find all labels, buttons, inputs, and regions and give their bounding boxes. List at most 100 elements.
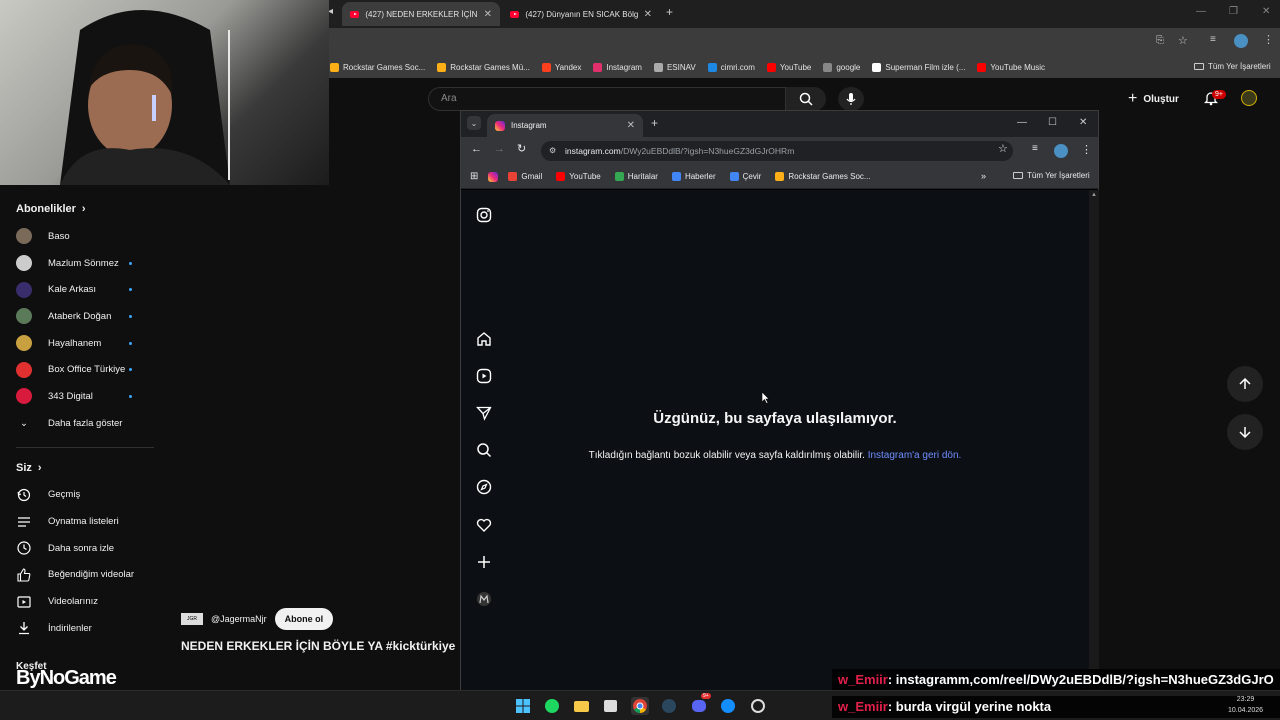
back-to-instagram-link[interactable]: Instagram'a geri dön. <box>868 450 962 461</box>
bookmark-item[interactable]: Superman Film izle (... <box>872 62 965 72</box>
instagram-logo-icon[interactable] <box>475 206 493 224</box>
subscribe-button[interactable]: Abone ol <box>274 608 334 630</box>
install-icon[interactable]: ⎘ <box>1156 35 1164 46</box>
bookmark-item[interactable]: Haritalar <box>614 172 658 181</box>
channel-logo[interactable]: JGR <box>181 613 203 625</box>
bookmark-item[interactable]: Instagram <box>593 62 642 72</box>
media-icon[interactable]: ≡ <box>1210 34 1216 45</box>
bookmark-item[interactable]: YouTube <box>766 62 811 72</box>
bookmark-item[interactable]: google <box>823 62 860 72</box>
scroll-up-arrow-icon[interactable]: ▲ <box>1091 192 1097 198</box>
reload-icon[interactable]: ↻ <box>517 142 526 155</box>
bg-tab-2-title: (427) Dünyanın EN SICAK Bölge <box>525 9 638 19</box>
bookmark-item[interactable]: Haberler <box>671 172 716 181</box>
obs-icon[interactable] <box>749 697 767 715</box>
bookmark-item[interactable]: Rockstar Games Soc... <box>775 172 871 181</box>
maximize-icon[interactable]: ❐ <box>1229 6 1238 17</box>
profile-avatar[interactable] <box>1054 144 1068 158</box>
chrome-icon[interactable] <box>631 697 649 715</box>
reels-icon[interactable] <box>475 367 493 385</box>
site-info-icon[interactable]: ⚙ <box>549 146 556 155</box>
bookmark-item[interactable]: Rockstar Games Soc... <box>330 62 425 72</box>
create-post-icon[interactable] <box>475 553 493 571</box>
media-icon[interactable]: ≡ <box>1032 143 1038 154</box>
bookmark-item[interactable]: Rockstar Games Mü... <box>437 62 530 72</box>
bookmark-item[interactable]: Yandex <box>541 62 581 72</box>
scroll-down-button[interactable] <box>1227 414 1263 450</box>
window-close-icon[interactable]: ✕ <box>1079 117 1087 128</box>
close-icon[interactable]: ✕ <box>627 120 635 131</box>
all-bookmarks[interactable]: Tüm Yer İşaretleri <box>1194 62 1271 71</box>
you-menu-item[interactable]: İndirilenler <box>0 615 155 642</box>
search-input[interactable]: Ara <box>428 87 786 111</box>
bookmark-item[interactable]: YouTube <box>556 172 601 181</box>
video-title[interactable]: NEDEN ERKEKLER İÇİN BÖYLE YA #kicktürkiy… <box>181 639 461 653</box>
you-menu-item[interactable]: Oynatma listeleri <box>0 508 155 535</box>
subscription-item[interactable]: Box Office Türkiye <box>0 356 155 383</box>
close-icon[interactable]: ✕ <box>484 9 492 20</box>
subscription-item[interactable]: Ataberk Doğan <box>0 303 155 330</box>
you-menu-item[interactable]: Videolarınız <box>0 588 155 615</box>
bookmark-item[interactable]: Gmail <box>508 172 542 181</box>
windows-start-icon[interactable] <box>514 697 532 715</box>
discord-icon[interactable]: 9+ <box>690 693 711 715</box>
subscriptions-header[interactable]: Abonelikler › <box>0 195 155 223</box>
explore-icon[interactable] <box>475 478 493 496</box>
apps-icon[interactable]: ⊞ <box>470 171 478 182</box>
bookmark-item[interactable]: Çevir <box>729 172 761 181</box>
star-icon[interactable]: ☆ <box>998 142 1008 155</box>
subscription-item[interactable]: 343 Digital <box>0 383 155 410</box>
bookmark-item[interactable]: cimri.com <box>707 62 755 72</box>
you-menu-item[interactable]: Beğendiğim videolar <box>0 562 155 589</box>
new-tab-icon[interactable]: + <box>651 116 658 130</box>
tab-search-icon[interactable]: ⌄ <box>467 116 481 130</box>
maximize-icon[interactable]: ☐ <box>1048 117 1057 128</box>
subscription-item[interactable]: Mazlum Sönmez <box>0 250 155 277</box>
close-icon[interactable]: ✕ <box>644 9 652 20</box>
scroll-up-button[interactable] <box>1227 366 1263 402</box>
subscription-item[interactable]: Kale Arkası <box>0 276 155 303</box>
show-more-button[interactable]: ⌄ Daha fazla göster <box>0 410 155 437</box>
search-button[interactable] <box>786 87 826 111</box>
menu-icon[interactable]: ⋮ <box>1081 143 1092 156</box>
account-avatar[interactable] <box>1241 90 1257 106</box>
create-button[interactable]: + Oluştur <box>1128 90 1179 108</box>
bookmark-item[interactable]: YouTube Music <box>977 62 1045 72</box>
store-icon[interactable] <box>601 697 619 715</box>
system-clock[interactable]: 23:29 10.04.2026 <box>1228 694 1263 716</box>
all-bookmarks[interactable]: Tüm Yer İşaretleri <box>1013 171 1090 180</box>
folder-icon <box>1194 63 1204 70</box>
subscription-item[interactable]: Baso <box>0 223 155 250</box>
chat-username: w_Emiir <box>838 699 888 714</box>
profile-icon[interactable] <box>475 590 493 608</box>
you-menu-item[interactable]: Geçmiş <box>0 482 155 509</box>
file-explorer-icon[interactable] <box>572 697 590 715</box>
back-icon[interactable]: ← <box>471 143 482 155</box>
heart-icon[interactable] <box>475 516 493 534</box>
bg-tab-2[interactable]: (427) Dünyanın EN SICAK Bölge ✕ <box>502 2 660 26</box>
minimize-icon[interactable]: — <box>1196 6 1206 17</box>
bg-tab-1[interactable]: (427) NEDEN ERKEKLER İÇİN B ✕ <box>342 2 500 26</box>
minimize-icon[interactable]: — <box>1017 117 1027 128</box>
scrollbar[interactable]: ▲ <box>1089 190 1099 690</box>
channel-handle[interactable]: @JagermaNjr <box>211 614 267 624</box>
voice-search-button[interactable] <box>838 87 864 111</box>
profile-avatar[interactable] <box>1234 34 1248 48</box>
forward-icon[interactable]: → <box>494 143 505 155</box>
bookmark-item[interactable]: ESINAV <box>653 62 696 72</box>
battlenet-icon[interactable] <box>719 697 737 715</box>
steam-icon[interactable] <box>660 697 678 715</box>
instagram-bookmark-icon[interactable] <box>488 171 499 182</box>
window-close-icon[interactable]: ✕ <box>1262 6 1270 17</box>
menu-icon[interactable]: ⋮ <box>1263 33 1274 46</box>
home-icon[interactable] <box>475 330 493 348</box>
you-header[interactable]: Siz › <box>0 454 155 482</box>
you-menu-item[interactable]: Daha sonra izle <box>0 535 155 562</box>
spotify-icon[interactable] <box>543 697 561 715</box>
ig-tab[interactable]: Instagram ✕ <box>487 114 643 137</box>
more-bookmarks-icon[interactable]: » <box>981 171 986 181</box>
star-icon[interactable]: ☆ <box>1178 34 1188 47</box>
new-tab-icon[interactable]: + <box>666 5 673 19</box>
address-bar[interactable]: ⚙ instagram.com/DWy2uEBDdlB/?igsh=N3hueG… <box>541 141 1013 161</box>
subscription-item[interactable]: Hayalhanem <box>0 330 155 357</box>
